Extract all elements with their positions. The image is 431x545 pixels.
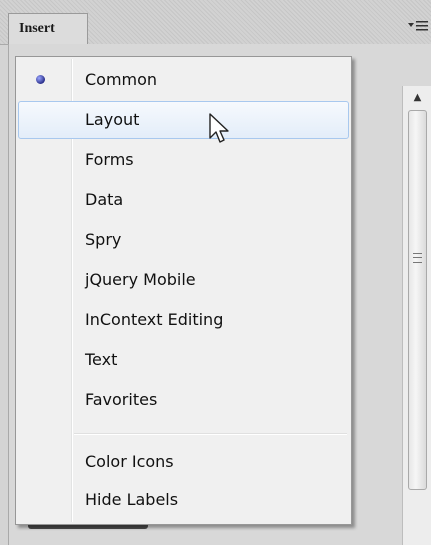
- menu-item-incontext-editing[interactable]: InContext Editing: [18, 301, 349, 339]
- vertical-scrollbar[interactable]: ▲: [402, 86, 431, 545]
- scroll-up-arrow-icon[interactable]: ▲: [403, 86, 431, 108]
- tab-insert[interactable]: Insert: [8, 13, 88, 44]
- menu-item-common[interactable]: Common: [18, 61, 349, 99]
- menu-item-label: jQuery Mobile: [85, 270, 196, 289]
- tab-insert-label: Insert: [19, 21, 55, 36]
- panel-options-menu-icon[interactable]: [407, 19, 429, 33]
- menu-item-label: Data: [85, 190, 124, 209]
- menu-item-forms[interactable]: Forms: [18, 141, 349, 179]
- menu-item-label: Text: [85, 350, 118, 369]
- selected-indicator: [23, 65, 57, 93]
- menu-item-jquery-mobile[interactable]: jQuery Mobile: [18, 261, 349, 299]
- menu-item-label: Common: [85, 70, 158, 89]
- menu-separator: [74, 433, 347, 435]
- menu-item-label: Favorites: [85, 390, 158, 409]
- menu-item-layout[interactable]: Layout: [18, 101, 349, 139]
- insert-category-menu: Common Layout Forms Data Spry jQuery Mob…: [15, 56, 352, 525]
- menu-item-label: Color Icons: [85, 452, 174, 471]
- menu-item-label: Layout: [85, 110, 140, 129]
- mouse-pointer-icon: [209, 113, 229, 143]
- menu-item-text[interactable]: Text: [18, 341, 349, 379]
- menu-item-data[interactable]: Data: [18, 181, 349, 219]
- scroll-grip-icon: [413, 253, 422, 263]
- menu-item-label: Hide Labels: [85, 490, 179, 509]
- menu-item-label: Forms: [85, 150, 134, 169]
- menu-item-label: InContext Editing: [85, 310, 224, 329]
- menu-item-label: Spry: [85, 230, 122, 249]
- menu-item-color-icons[interactable]: Color Icons: [18, 443, 349, 481]
- radio-dot-icon: [36, 75, 45, 84]
- scroll-thumb[interactable]: [408, 110, 427, 490]
- menu-item-favorites[interactable]: Favorites: [18, 381, 349, 419]
- panel-tab-bar: Insert: [0, 0, 431, 45]
- menu-item-hide-labels[interactable]: Hide Labels: [18, 481, 349, 519]
- menu-item-spry[interactable]: Spry: [18, 221, 349, 259]
